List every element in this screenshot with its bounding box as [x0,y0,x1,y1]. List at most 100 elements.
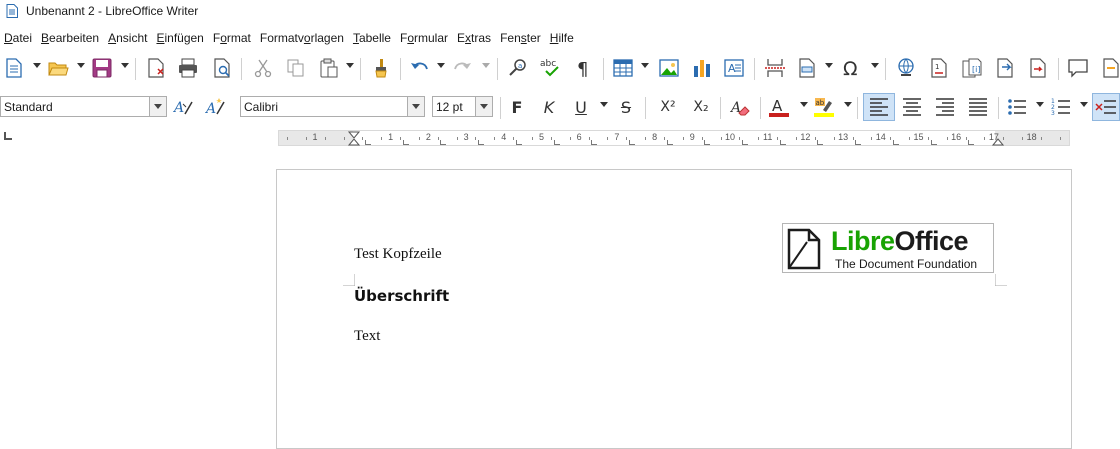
bullet-list-dropdown-arrow[interactable] [1036,102,1044,107]
tab-stop-marker[interactable] [440,140,446,145]
comment-icon[interactable] [1066,56,1090,80]
tab-stop-marker[interactable] [629,140,635,145]
indent-marker-icon[interactable] [348,131,360,146]
hyperlink-icon[interactable] [894,56,918,80]
italic-button[interactable]: K [537,95,561,119]
menu-einfuegen[interactable]: Einfügen [152,31,208,45]
tab-stop-marker[interactable] [591,140,597,145]
track-changes-icon[interactable] [1099,56,1120,80]
open-folder-icon[interactable] [46,56,70,80]
insert-field-icon[interactable] [795,56,819,80]
special-character-icon[interactable]: Ω [840,56,864,80]
menu-extras[interactable]: Extras [453,31,496,45]
redo-dropdown-arrow[interactable] [482,63,490,68]
highlight-color-icon[interactable]: ab [812,95,836,119]
clear-formatting-icon[interactable]: A [728,95,752,119]
libreoffice-logo-image[interactable]: LibreOffice The Document Foundation [782,223,994,273]
formatting-marks-icon[interactable]: ¶ [572,56,596,80]
tab-stop-selector[interactable] [4,132,12,140]
redo-icon[interactable] [451,56,475,80]
insert-image-icon[interactable] [657,56,681,80]
tab-stop-marker[interactable] [855,140,861,145]
undo-dropdown-arrow[interactable] [437,63,445,68]
menu-tabelle[interactable]: Tabelle [349,31,396,45]
find-replace-icon[interactable]: a [506,56,530,80]
font-color-dropdown-arrow[interactable] [800,102,808,107]
document-page[interactable]: Test Kopfzeile Überschrift Text LibreOff… [276,169,1072,449]
tab-stop-marker[interactable] [516,140,522,145]
insert-chart-icon[interactable] [690,56,714,80]
numbered-list-dropdown-arrow[interactable] [1080,102,1088,107]
bullet-list-icon[interactable] [1005,95,1029,119]
paragraph-style-combo[interactable]: Standard [0,96,167,117]
font-name-combo[interactable]: Calibri [240,96,425,117]
underline-button[interactable]: U [569,95,593,119]
menu-hilfe[interactable]: Hilfe [546,31,579,45]
spelling-icon[interactable]: abc [539,56,563,80]
tab-stop-marker[interactable] [780,140,786,145]
menu-ansicht[interactable]: Ansicht [104,31,152,45]
export-pdf-icon[interactable] [144,56,168,80]
bookmark-icon[interactable] [1026,56,1050,80]
subscript-button[interactable]: X₂ [689,95,713,119]
paste-icon[interactable] [317,56,341,80]
tab-stop-marker[interactable] [403,140,409,145]
strikethrough-button[interactable]: S [614,95,638,119]
footnote-icon[interactable]: 1 [927,56,951,80]
menu-formatvorlagen[interactable]: Formatvorlagen [256,31,349,45]
tab-stop-marker[interactable] [554,140,560,145]
print-preview-icon[interactable] [210,56,234,80]
font-size-combo[interactable]: 12 pt [432,96,493,117]
menu-formular[interactable]: Formular [396,31,453,45]
menu-datei[interactable]: Datei [0,31,37,45]
undo-icon[interactable] [407,56,431,80]
tab-stop-marker[interactable] [817,140,823,145]
underline-dropdown-arrow[interactable] [600,102,608,107]
tab-stop-marker[interactable] [365,140,371,145]
horizontal-ruler[interactable]: 1 1 2 3 4 5 6 7 8 9 10 11 12 13 14 15 16 17 18 [278,130,1070,146]
body-text[interactable]: Text [354,328,380,345]
align-left-icon[interactable] [863,93,895,121]
menu-fenster[interactable]: Fenster [496,31,546,45]
table-dropdown-arrow[interactable] [641,63,649,68]
chevron-down-icon[interactable] [149,97,166,116]
superscript-button[interactable]: X² [656,95,680,119]
table-of-contents-icon[interactable]: [i] [960,56,984,80]
menu-format[interactable]: Format [209,31,256,45]
save-icon[interactable] [90,56,114,80]
tab-stop-marker[interactable] [742,140,748,145]
cut-icon[interactable] [251,56,275,80]
font-color-icon[interactable]: A [767,95,791,119]
field-dropdown-arrow[interactable] [825,63,833,68]
print-icon[interactable] [176,56,200,80]
document-heading[interactable]: Überschrift [354,287,449,305]
header-text[interactable]: Test Kopfzeile [354,246,442,263]
cross-reference-icon[interactable] [993,56,1017,80]
no-list-icon[interactable] [1092,93,1120,121]
numbered-list-icon[interactable]: 123 [1049,95,1073,119]
new-dropdown-arrow[interactable] [33,63,41,68]
highlight-dropdown-arrow[interactable] [844,102,852,107]
tab-stop-marker[interactable] [704,140,710,145]
align-center-icon[interactable] [900,95,924,119]
menu-bearbeiten[interactable]: Bearbeiten [37,31,104,45]
insert-table-icon[interactable] [611,56,635,80]
bold-button[interactable]: F [505,95,529,119]
copy-icon[interactable] [284,56,308,80]
tab-stop-marker[interactable] [478,140,484,145]
update-style-icon[interactable]: A [172,95,196,119]
clone-formatting-icon[interactable] [369,56,393,80]
justify-icon[interactable] [966,95,990,119]
new-document-icon[interactable] [2,56,26,80]
special-character-dropdown-arrow[interactable] [871,63,879,68]
paste-dropdown-arrow[interactable] [346,63,354,68]
tab-stop-marker[interactable] [893,140,899,145]
new-style-icon[interactable]: A [204,95,228,119]
tab-stop-marker[interactable] [931,140,937,145]
align-right-icon[interactable] [933,95,957,119]
open-dropdown-arrow[interactable] [77,63,85,68]
save-dropdown-arrow[interactable] [121,63,129,68]
chevron-down-icon[interactable] [407,97,424,116]
page-break-icon[interactable] [763,56,787,80]
tab-stop-marker[interactable] [968,140,974,145]
